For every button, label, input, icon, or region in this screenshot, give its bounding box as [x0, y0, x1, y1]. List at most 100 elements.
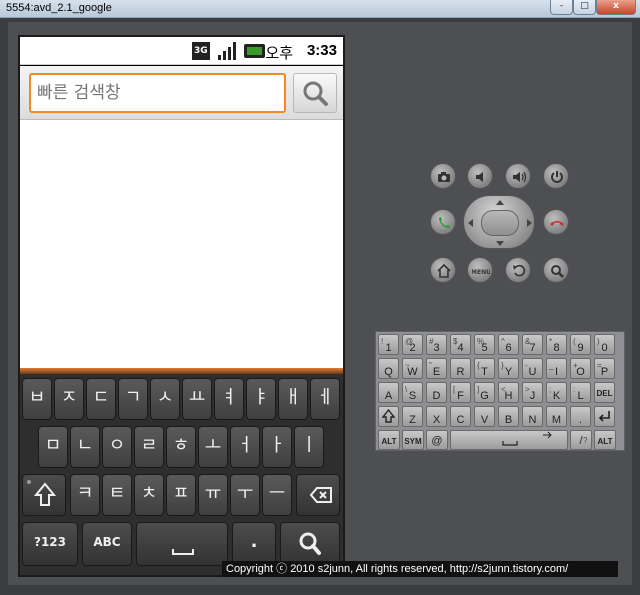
space-key[interactable]	[136, 522, 228, 566]
window-title: 5554:avd_2.1_google	[6, 2, 112, 14]
key[interactable]: ㅗ	[198, 426, 228, 468]
hw-key[interactable]: Q	[378, 358, 399, 379]
hw-key-main: Z	[409, 414, 416, 426]
dpad[interactable]	[463, 195, 535, 249]
key[interactable]: ㄹ	[134, 426, 164, 468]
symbols-key[interactable]: ?123	[22, 522, 78, 566]
minimize-button[interactable]: -	[550, 0, 573, 15]
volume-down-button[interactable]	[467, 163, 493, 189]
signal-icon	[218, 42, 238, 60]
hw-key-alt: :	[573, 385, 576, 394]
hw-key[interactable]: V	[474, 406, 495, 427]
key[interactable]: ㅛ	[182, 378, 212, 420]
window-titlebar[interactable]: 5554:avd_2.1_google - □ x	[0, 0, 640, 18]
hw-key[interactable]: = P	[594, 358, 615, 379]
power-button[interactable]	[543, 163, 569, 189]
key[interactable]: ㅑ	[246, 378, 276, 420]
hw-key-alt: <	[501, 385, 506, 394]
search-input[interactable]	[29, 73, 286, 113]
key[interactable]: ㅜ	[230, 474, 260, 516]
hw-key[interactable]: " E	[426, 358, 447, 379]
key[interactable]: ㅌ	[102, 474, 132, 516]
key[interactable]: ㅎ	[166, 426, 196, 468]
hw-key-main: R	[456, 366, 465, 378]
hw-key[interactable]: A	[378, 382, 399, 403]
hw-key[interactable]: .	[570, 406, 591, 427]
volume-up-button[interactable]	[505, 163, 531, 189]
key[interactable]: ㅍ	[166, 474, 196, 516]
hw-shift-key[interactable]	[378, 406, 399, 427]
call-button[interactable]	[430, 209, 456, 235]
key[interactable]: ㅐ	[278, 378, 308, 420]
hw-key[interactable]: > J	[522, 382, 543, 403]
key[interactable]: ㅊ	[134, 474, 164, 516]
search-icon	[551, 265, 564, 278]
hw-key[interactable]: Z	[402, 406, 423, 427]
key[interactable]: ㅁ	[38, 426, 68, 468]
key[interactable]: ㅋ	[70, 474, 100, 516]
camera-button[interactable]	[430, 163, 456, 189]
hw-key-alt: -	[525, 361, 528, 370]
key[interactable]: ㅕ	[214, 378, 244, 420]
backspace-key[interactable]	[296, 474, 340, 516]
hw-del-key[interactable]: DEL	[594, 382, 615, 403]
language-key[interactable]: ABC	[82, 522, 132, 566]
ampm-label: 오후	[265, 44, 293, 62]
hw-slash-key[interactable]: ? /	[570, 430, 592, 450]
hw-key[interactable]: < H	[498, 382, 519, 403]
copyright-caption: Copyright ⓒ 2010 s2junn, All rights rese…	[222, 561, 618, 577]
hw-key-main: V	[480, 414, 489, 426]
key[interactable]: ㅡ	[262, 474, 292, 516]
hw-key[interactable]: :L	[570, 382, 591, 403]
hw-key[interactable]: \ S	[402, 382, 423, 403]
hw-search-button[interactable]	[543, 257, 569, 283]
period-key[interactable]: .	[232, 522, 276, 566]
hw-key-main: 1	[385, 342, 392, 354]
dpad-center-button[interactable]	[481, 210, 519, 236]
close-button[interactable]: x	[596, 0, 636, 15]
key[interactable]: ㅠ	[198, 474, 228, 516]
shift-key[interactable]	[22, 474, 66, 516]
key[interactable]: ㅓ	[230, 426, 260, 468]
hw-key-alt: #	[429, 337, 434, 346]
hw-alt-key-right[interactable]: ALT	[594, 430, 616, 450]
key[interactable]: ㅅ	[150, 378, 180, 420]
key[interactable]: ㄴ	[70, 426, 100, 468]
hw-alt-key[interactable]: ALT	[378, 430, 400, 450]
hw-key[interactable]: B	[498, 406, 519, 427]
hw-key-alt: ?	[583, 436, 588, 445]
hw-key[interactable]: ] G	[474, 382, 495, 403]
hw-key[interactable]: ! 1	[378, 334, 399, 355]
back-button[interactable]	[505, 257, 531, 283]
search-results-area	[20, 120, 343, 368]
hw-key[interactable]: $4	[450, 334, 471, 355]
hw-key[interactable]: D	[426, 382, 447, 403]
search-button[interactable]	[293, 73, 337, 113]
end-call-button[interactable]	[543, 209, 569, 235]
key[interactable]: ㅇ	[102, 426, 132, 468]
hw-key[interactable]: X	[426, 406, 447, 427]
hw-at-key[interactable]: @	[426, 430, 448, 450]
key[interactable]: ㅂ	[22, 378, 52, 420]
menu-button[interactable]: MENU	[467, 257, 493, 283]
key[interactable]: ㅣ	[294, 426, 324, 468]
key[interactable]: ㅈ	[54, 378, 84, 420]
volume-down-icon	[476, 172, 483, 182]
maximize-button[interactable]: □	[573, 0, 596, 15]
key[interactable]: ㄱ	[118, 378, 148, 420]
home-button[interactable]	[430, 257, 456, 283]
hw-sym-key[interactable]: SYM	[402, 430, 424, 450]
hw-key[interactable]: N	[522, 406, 543, 427]
hw-key-main: 6	[505, 342, 512, 354]
hw-space-key[interactable]	[450, 430, 568, 450]
search-key[interactable]	[280, 522, 340, 566]
key[interactable]: ㄷ	[86, 378, 116, 420]
hw-key[interactable]: C	[450, 406, 471, 427]
hw-key[interactable]: [F	[450, 382, 471, 403]
hw-key[interactable]: ; K	[546, 382, 567, 403]
key[interactable]: ㅔ	[310, 378, 340, 420]
key[interactable]: ㅏ	[262, 426, 292, 468]
hw-key[interactable]: M	[546, 406, 567, 427]
hw-key-main: S	[408, 390, 417, 402]
hw-enter-key[interactable]	[594, 406, 615, 427]
